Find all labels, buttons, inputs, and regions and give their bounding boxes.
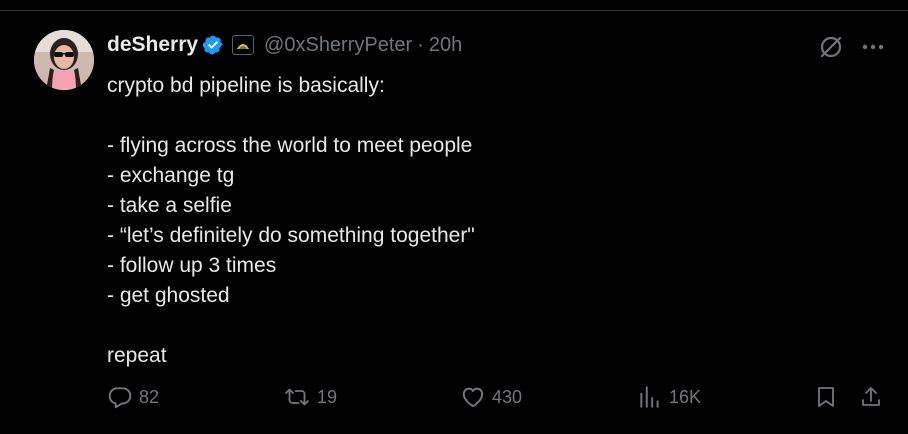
reply-button[interactable]: 82 <box>107 384 159 410</box>
tweet-text-line <box>107 101 867 131</box>
tweet-text: crypto bd pipeline is basically: - flyin… <box>107 71 867 371</box>
views-count: 16K <box>669 386 702 407</box>
timestamp[interactable]: 20h <box>429 34 462 57</box>
share-icon <box>862 387 880 406</box>
top-divider <box>0 10 908 11</box>
grok-icon[interactable] <box>818 34 844 60</box>
tweet-text-line: - take a selfie <box>107 194 232 217</box>
user-handle[interactable]: @0xSherryPeter <box>264 34 412 57</box>
tweet-text-line: - get ghosted <box>107 284 230 307</box>
more-icon[interactable] <box>862 44 884 50</box>
separator-dot: · <box>417 33 424 56</box>
like-count: 430 <box>492 386 523 407</box>
top-right-actions <box>818 34 884 60</box>
tweet-text-line: - exchange tg <box>107 164 235 187</box>
reply-count: 82 <box>139 386 160 407</box>
views-button[interactable]: 16K <box>637 384 701 410</box>
reply-icon <box>108 387 132 409</box>
repost-button[interactable]: 19 <box>283 384 337 410</box>
tweet-text-line: - follow up 3 times <box>107 254 277 277</box>
share-button[interactable] <box>859 384 883 410</box>
tweet-text-line: crypto bd pipeline is basically: <box>107 74 385 97</box>
tweet-text-line: repeat <box>107 344 167 367</box>
tweet-text-line: - “let’s definitely do something togethe… <box>107 224 475 247</box>
display-name[interactable]: deSherry <box>107 33 198 57</box>
tweet-header: deSherry @0xSherryPeter · 20h <box>107 31 462 59</box>
repost-count: 19 <box>317 386 338 407</box>
avatar-image <box>34 30 94 90</box>
like-button[interactable]: 430 <box>460 384 522 410</box>
bookmark-button[interactable] <box>814 384 838 410</box>
verified-badge-icon[interactable] <box>202 34 224 56</box>
views-icon <box>640 386 659 408</box>
affiliate-badge-icon[interactable] <box>232 35 255 55</box>
like-icon <box>462 387 484 408</box>
tweet-text-line <box>107 311 867 341</box>
affiliate-logo <box>237 44 250 49</box>
tweet-actions: 82 19 430 16K <box>107 384 887 414</box>
tweet-text-line: - flying across the world to meet people <box>107 134 473 157</box>
bookmark-icon <box>818 387 834 407</box>
repost-icon <box>285 388 309 406</box>
avatar[interactable] <box>34 30 94 90</box>
